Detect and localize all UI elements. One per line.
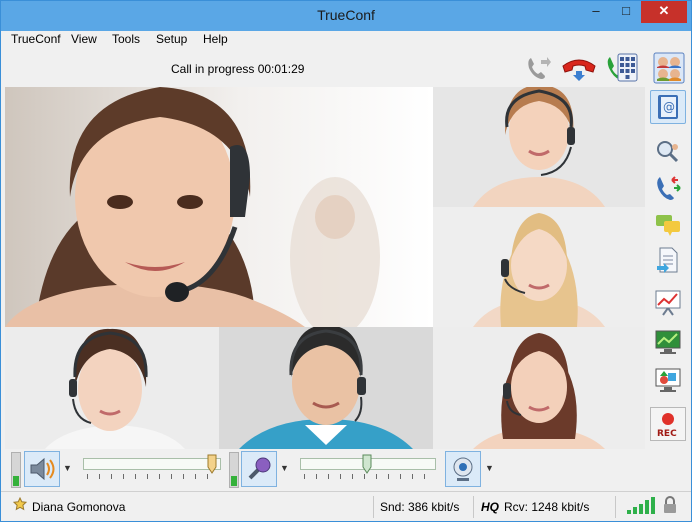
- media-controls: ▼ ▼ ▼: [1, 449, 691, 491]
- status-separator: [373, 496, 374, 518]
- signal-bar: [639, 503, 643, 514]
- video-tile-participant-3[interactable]: [433, 207, 645, 327]
- lock-icon: [663, 496, 677, 517]
- signal-bar: [627, 510, 631, 514]
- signal-bar: [651, 497, 655, 514]
- star-icon: [12, 496, 28, 514]
- speaker-volume-thumb[interactable]: [207, 454, 217, 474]
- menu-help[interactable]: Help: [203, 32, 228, 46]
- video-tile-participant-2[interactable]: [433, 87, 645, 207]
- right-sidebar: @ REC: [646, 87, 691, 449]
- signal-bar: [645, 500, 649, 514]
- speaker-dropdown-arrow[interactable]: ▼: [63, 463, 72, 473]
- mic-level-fill: [231, 475, 237, 486]
- address-book-icon[interactable]: @: [650, 90, 686, 124]
- video-tile-participant-5[interactable]: [219, 327, 433, 449]
- menu-view[interactable]: View: [71, 32, 97, 46]
- maximize-button[interactable]: □: [611, 1, 641, 23]
- whiteboard-icon[interactable]: [650, 363, 686, 397]
- menu-tools[interactable]: Tools: [112, 32, 140, 46]
- slide-show-icon[interactable]: [650, 285, 686, 319]
- quality-badge: HQ: [481, 500, 499, 514]
- microphone-dropdown-arrow[interactable]: ▼: [280, 463, 289, 473]
- transfer-call-icon[interactable]: [521, 53, 555, 83]
- video-tile-participant-4[interactable]: [5, 327, 219, 449]
- microphone-volume-thumb[interactable]: [362, 454, 372, 474]
- record-icon[interactable]: REC: [650, 407, 686, 441]
- close-button[interactable]: ✕: [641, 1, 687, 23]
- status-separator: [473, 496, 474, 518]
- search-user-icon[interactable]: [650, 135, 686, 169]
- status-bar: Diana Gomonova Snd: 386 kbit/s HQ Rcv: 1…: [1, 491, 691, 521]
- speaker-volume-slider[interactable]: [83, 454, 221, 482]
- call-status: Call in progress 00:01:29: [171, 62, 305, 76]
- app-window: TrueConf – □ ✕ TrueConf View Tools Setup…: [0, 0, 692, 522]
- menu-trueconf[interactable]: TrueConf: [11, 32, 61, 46]
- signal-bar: [633, 506, 637, 514]
- speaker-level-meter: [11, 452, 21, 488]
- file-transfer-icon[interactable]: [650, 243, 686, 277]
- speaker-volume-ticks: [87, 474, 217, 479]
- status-separator: [615, 496, 616, 518]
- menu-setup[interactable]: Setup: [156, 32, 187, 46]
- video-grid: [5, 87, 645, 449]
- video-tile-participant-6[interactable]: [433, 327, 645, 449]
- menu-bar: TrueConf View Tools Setup Help: [1, 31, 691, 49]
- speaker-volume-track: [83, 458, 221, 470]
- desktop-share-icon[interactable]: [650, 325, 686, 359]
- microphone-volume-ticks: [304, 474, 432, 479]
- dial-pad-icon[interactable]: [605, 53, 639, 83]
- microphone-volume-slider[interactable]: [300, 454, 436, 482]
- hang-up-icon[interactable]: [559, 53, 599, 83]
- receive-bitrate: Rcv: 1248 kbit/s: [504, 500, 590, 514]
- call-history-icon[interactable]: [650, 171, 686, 205]
- speaker-icon[interactable]: [24, 451, 60, 487]
- send-bitrate: Snd: 386 kbit/s: [380, 500, 460, 514]
- signal-strength-icon: [627, 496, 657, 514]
- minimize-button[interactable]: –: [581, 1, 611, 23]
- toolbar: Call in progress 00:01:29: [1, 49, 691, 87]
- speaker-level-fill: [13, 475, 19, 486]
- record-label: REC: [657, 429, 677, 439]
- webcam-icon[interactable]: [445, 451, 481, 487]
- svg-text:@: @: [663, 100, 675, 114]
- webcam-dropdown-arrow[interactable]: ▼: [485, 463, 494, 473]
- chat-icon[interactable]: [650, 207, 686, 241]
- video-tile-main-speaker[interactable]: [5, 87, 433, 327]
- mic-level-meter: [229, 452, 239, 488]
- microphone-icon[interactable]: [241, 451, 277, 487]
- title-bar[interactable]: TrueConf – □ ✕: [1, 1, 691, 31]
- contacts-icon[interactable]: [651, 52, 687, 84]
- user-name: Diana Gomonova: [32, 500, 126, 514]
